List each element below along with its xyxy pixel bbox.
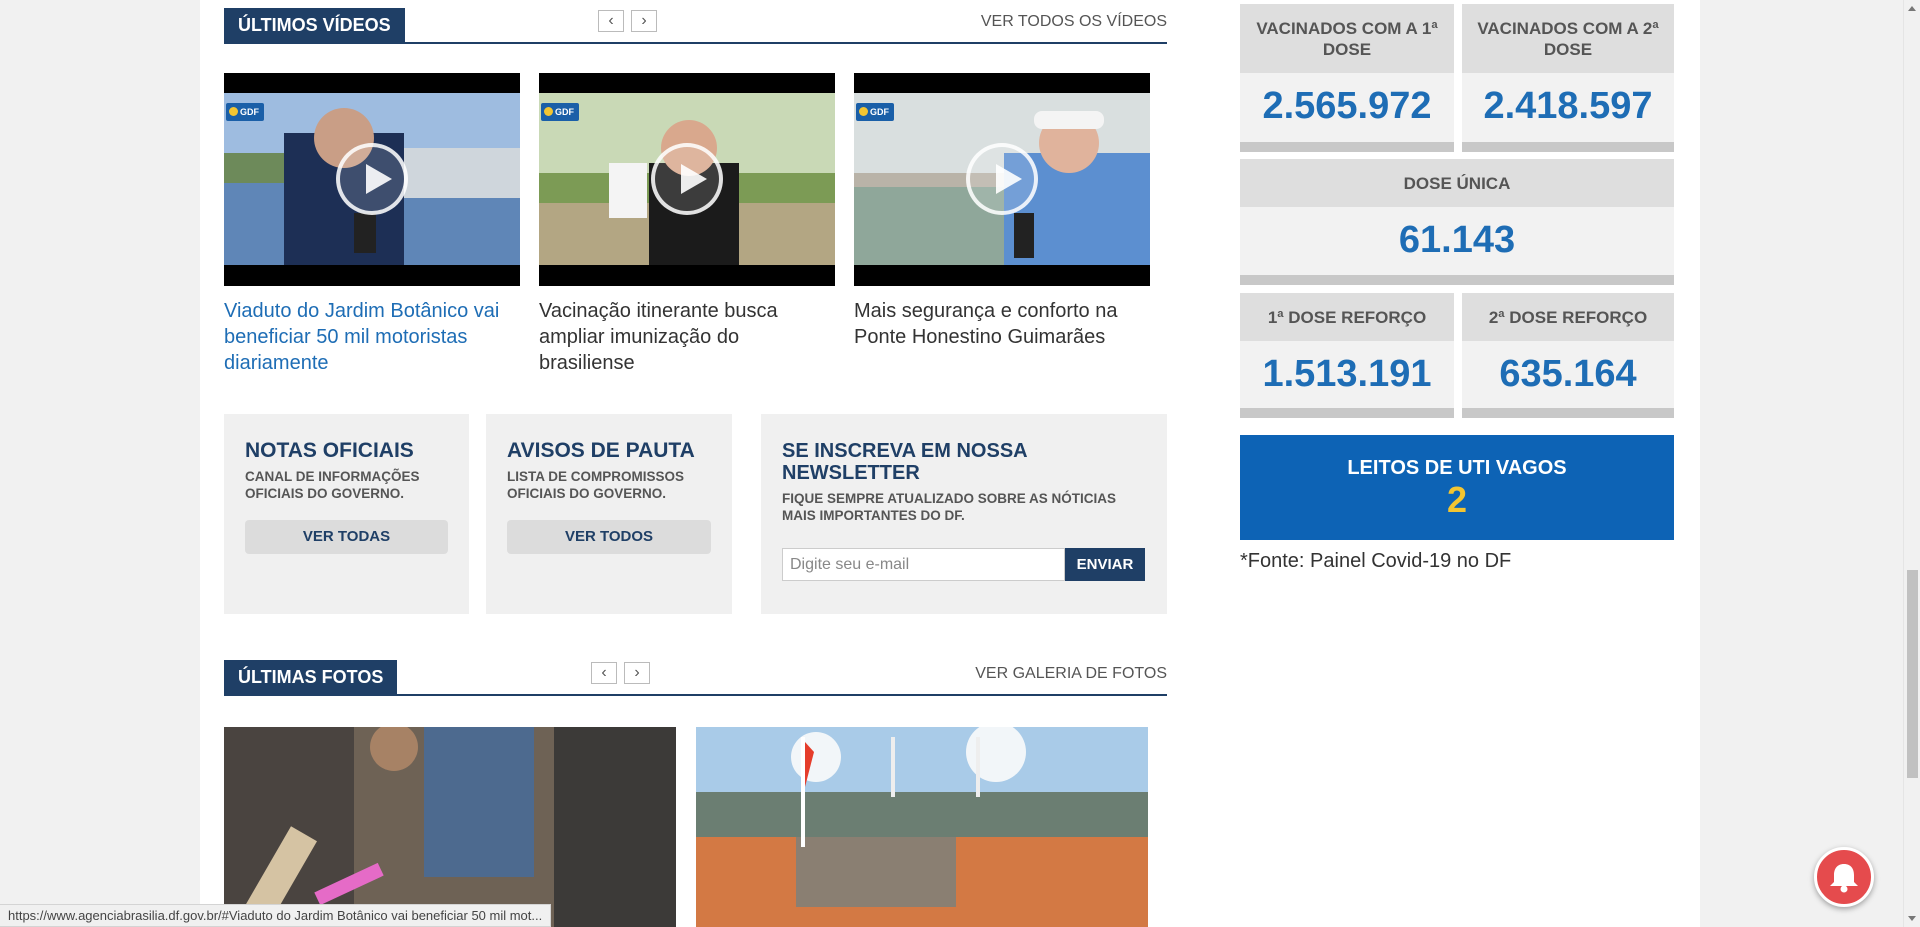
dose-unica-value: 61.143 (1398, 219, 1516, 261)
avisos-de-pauta-title: AVISOS DE PAUTA (507, 439, 695, 462)
dose-unica-label: DOSE ÚNICA (1240, 159, 1674, 207)
photo-image (224, 727, 676, 927)
video-card[interactable]: GDF Mais segurança e conforto na Ponte H… (854, 73, 1150, 350)
notification-bell-button[interactable] (1814, 847, 1874, 907)
video-card[interactable]: GDF Viaduto do Jardim Botânico vai benef… (224, 73, 520, 376)
see-all-videos-link[interactable]: VER TODOS OS VÍDEOS (981, 13, 1167, 31)
newsletter-form: ENVIAR (782, 548, 1146, 581)
photos-section-title: ÚLTIMAS FOTOS (224, 660, 398, 694)
photos-prev-button[interactable]: ‹ (591, 662, 617, 684)
vacinados-dose2-value: 2.418.597 (1483, 85, 1653, 127)
scroll-down-icon[interactable] (1908, 916, 1916, 921)
video-thumbnail[interactable]: GDF (539, 73, 835, 286)
vacinados-dose2-label: VACINADOS COM A 2ª DOSE (1462, 4, 1674, 73)
newsletter-box: SE INSCREVA EM NOSSA NEWSLETTER FIQUE SE… (761, 414, 1167, 614)
newsletter-subtitle: FIQUE SEMPRE ATUALIZADO SOBRE AS NÓTICIA… (782, 491, 1117, 523)
videos-section-header: ÚLTIMOS VÍDEOS ‹ › VER TODOS OS VÍDEOS (224, 0, 1167, 44)
card-footer (1240, 275, 1674, 285)
fonte-note[interactable]: *Fonte: Painel Covid-19 no DF (1240, 550, 1511, 573)
reforco1-value: 1.513.191 (1262, 353, 1432, 395)
uti-value: 2 (1446, 479, 1468, 520)
video-card[interactable]: GDF Vacinação itinerante busca ampliar i… (539, 73, 835, 376)
notas-oficiais-box: NOTAS OFICIAIS CANAL DE INFORMAÇÕES OFIC… (224, 414, 469, 614)
scroll-thumb[interactable] (1907, 570, 1918, 778)
reforco1-label: 1ª DOSE REFORÇO (1240, 293, 1454, 341)
vacinados-dose1-value: 2.565.972 (1262, 85, 1432, 127)
photos-section-header: ÚLTIMAS FOTOS ‹ › VER GALERIA DE FOTOS (224, 652, 1167, 696)
avisos-de-pauta-subtitle: LISTA DE COMPROMISSOS OFICIAIS DO GOVERN… (507, 469, 685, 501)
notas-oficiais-title: NOTAS OFICIAIS (245, 439, 414, 462)
newsletter-title: SE INSCREVA EM NOSSA NEWSLETTER (782, 440, 1027, 484)
photo-card[interactable] (696, 727, 1148, 927)
browser-status-bar: https://www.agenciabrasilia.df.gov.br/#V… (0, 904, 552, 927)
notas-oficiais-subtitle: CANAL DE INFORMAÇÕES OFICIAIS DO GOVERNO… (245, 469, 420, 501)
avisos-de-pauta-box: AVISOS DE PAUTA LISTA DE COMPROMISSOS OF… (486, 414, 732, 614)
gdf-badge: GDF (856, 103, 894, 121)
reforco2-label: 2ª DOSE REFORÇO (1462, 293, 1674, 341)
enviar-button[interactable]: ENVIAR (1065, 548, 1145, 581)
photos-next-button[interactable]: › (624, 662, 650, 684)
vacinados-dose1-card: VACINADOS COM A 1ª DOSE 2.565.972 (1240, 4, 1454, 152)
gdf-badge: GDF (541, 103, 579, 121)
card-footer (1240, 408, 1454, 418)
play-icon[interactable] (651, 143, 723, 215)
card-footer (1462, 142, 1674, 152)
vacinados-dose2-card: VACINADOS COM A 2ª DOSE 2.418.597 (1462, 4, 1674, 152)
video-thumbnail[interactable]: GDF (224, 73, 520, 286)
vacinados-dose1-label: VACINADOS COM A 1ª DOSE (1240, 4, 1454, 73)
videos-section-title: ÚLTIMOS VÍDEOS (224, 8, 405, 42)
page-scrollbar[interactable] (1903, 0, 1920, 927)
video-title[interactable]: Mais segurança e conforto na Ponte Hones… (854, 298, 1150, 350)
ver-todos-button[interactable]: VER TODOS (507, 520, 711, 554)
uti-label: LEITOS DE UTI VAGOS (1347, 457, 1567, 479)
reforco2-card: 2ª DOSE REFORÇO 635.164 (1462, 293, 1674, 418)
card-footer (1462, 408, 1674, 418)
photo-gallery-link[interactable]: VER GALERIA DE FOTOS (975, 665, 1167, 683)
gdf-badge: GDF (226, 103, 264, 121)
reforco1-card: 1ª DOSE REFORÇO 1.513.191 (1240, 293, 1454, 418)
bell-icon (1830, 864, 1858, 893)
videos-next-button[interactable]: › (631, 10, 657, 32)
play-icon[interactable] (966, 143, 1038, 215)
play-icon[interactable] (336, 143, 408, 215)
video-title[interactable]: Viaduto do Jardim Botânico vai beneficia… (224, 298, 520, 376)
page-content: ÚLTIMOS VÍDEOS ‹ › VER TODOS OS VÍDEOS G… (200, 0, 1700, 927)
videos-prev-button[interactable]: ‹ (598, 10, 624, 32)
scroll-up-icon[interactable] (1908, 6, 1916, 11)
card-footer (1240, 142, 1454, 152)
dose-unica-card: DOSE ÚNICA 61.143 (1240, 159, 1674, 285)
photo-card[interactable] (224, 727, 676, 927)
uti-card: LEITOS DE UTI VAGOS 2 (1240, 435, 1674, 540)
video-title[interactable]: Vacinação itinerante busca ampliar imuni… (539, 298, 835, 376)
video-thumbnail[interactable]: GDF (854, 73, 1150, 286)
photo-image (696, 727, 1148, 927)
email-input[interactable] (782, 548, 1065, 581)
ver-todas-button[interactable]: VER TODAS (245, 520, 448, 554)
reforco2-value: 635.164 (1499, 353, 1637, 395)
